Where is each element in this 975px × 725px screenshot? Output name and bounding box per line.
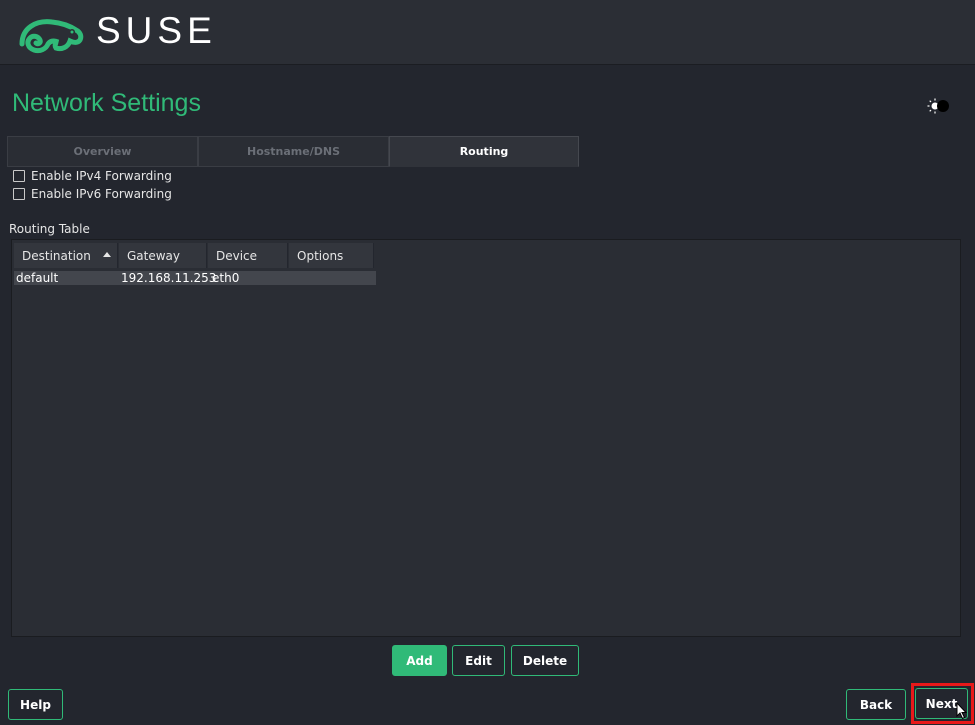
theme-toggle-icon[interactable]: [924, 97, 950, 115]
suse-chameleon-icon: [19, 19, 84, 54]
cell-gateway: 192.168.11.253: [121, 271, 217, 285]
top-bar: SUSE: [0, 0, 975, 65]
tab-overview[interactable]: Overview: [7, 136, 198, 167]
column-header-device[interactable]: Device: [208, 243, 288, 268]
brand-name: SUSE: [96, 10, 217, 51]
checkbox-icon[interactable]: [13, 188, 25, 200]
tab-hostname-dns[interactable]: Hostname/DNS: [198, 136, 389, 167]
routing-table-label: Routing Table: [9, 222, 90, 236]
cell-device: eth0: [212, 271, 240, 285]
table-row[interactable]: default 192.168.11.253 eth0: [14, 271, 376, 285]
tab-routing[interactable]: Routing: [389, 136, 579, 167]
column-header-destination[interactable]: Destination: [14, 243, 118, 268]
ipv6-forwarding-label: Enable IPv6 Forwarding: [31, 187, 172, 201]
edit-button[interactable]: Edit: [452, 645, 505, 676]
ipv6-forwarding-checkbox[interactable]: Enable IPv6 Forwarding: [13, 187, 172, 201]
page-title: Network Settings: [12, 89, 201, 117]
delete-button[interactable]: Delete: [511, 645, 579, 676]
column-header-options[interactable]: Options: [289, 243, 374, 268]
mouse-pointer-icon: [956, 702, 968, 720]
ipv4-forwarding-checkbox[interactable]: Enable IPv4 Forwarding: [13, 169, 172, 183]
routing-table: Destination Gateway Device Options defau…: [11, 239, 961, 637]
sort-ascending-icon: [103, 252, 111, 257]
checkbox-icon[interactable]: [13, 170, 25, 182]
add-button[interactable]: Add: [392, 645, 447, 676]
ipv4-forwarding-label: Enable IPv4 Forwarding: [31, 169, 172, 183]
cell-destination: default: [16, 271, 59, 285]
column-header-gateway[interactable]: Gateway: [119, 243, 207, 268]
back-button[interactable]: Back: [846, 689, 906, 720]
help-button[interactable]: Help: [8, 689, 63, 720]
